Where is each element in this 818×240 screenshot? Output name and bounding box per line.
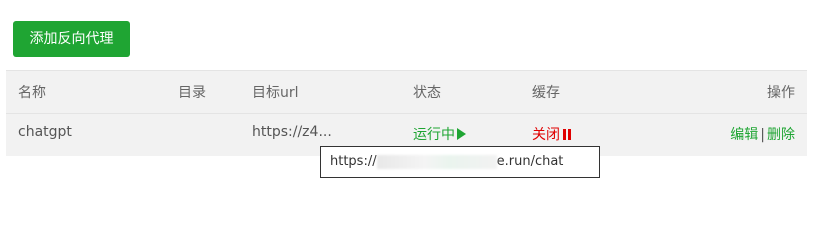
table-top-divider [6, 70, 807, 71]
header-target-url: 目标url [252, 85, 299, 101]
play-icon [457, 128, 466, 140]
row-operations: 编辑 | 删除 [730, 124, 795, 144]
add-reverse-proxy-button[interactable]: 添加反向代理 [13, 21, 130, 57]
tooltip-url-suffix: e.run/chat [496, 154, 564, 169]
cache-label: 关闭 [532, 127, 560, 143]
cache-toggle[interactable]: 关闭 [532, 124, 572, 144]
header-row-divider [6, 113, 807, 114]
proxy-table: 名称 目录 目标url 状态 缓存 操作 chatgpt https://z4.… [6, 70, 807, 156]
delete-link[interactable]: 删除 [767, 127, 795, 143]
header-status: 状态 [413, 85, 441, 101]
ops-separator: | [760, 127, 765, 143]
header-cache: 缓存 [532, 85, 560, 101]
edit-link[interactable]: 编辑 [730, 127, 758, 143]
tooltip-url-prefix: https:// [330, 154, 377, 169]
row-target-url[interactable]: https://z4... [252, 124, 332, 140]
status-label: 运行中 [413, 127, 455, 143]
redacted-blur [376, 154, 497, 169]
url-tooltip: https:// e.run/chat [320, 146, 600, 178]
pause-icon [563, 129, 572, 140]
header-directory: 目录 [178, 85, 206, 101]
header-name: 名称 [18, 85, 46, 101]
status-toggle[interactable]: 运行中 [413, 124, 466, 144]
header-operations: 操作 [767, 85, 795, 101]
row-name: chatgpt [18, 124, 72, 140]
